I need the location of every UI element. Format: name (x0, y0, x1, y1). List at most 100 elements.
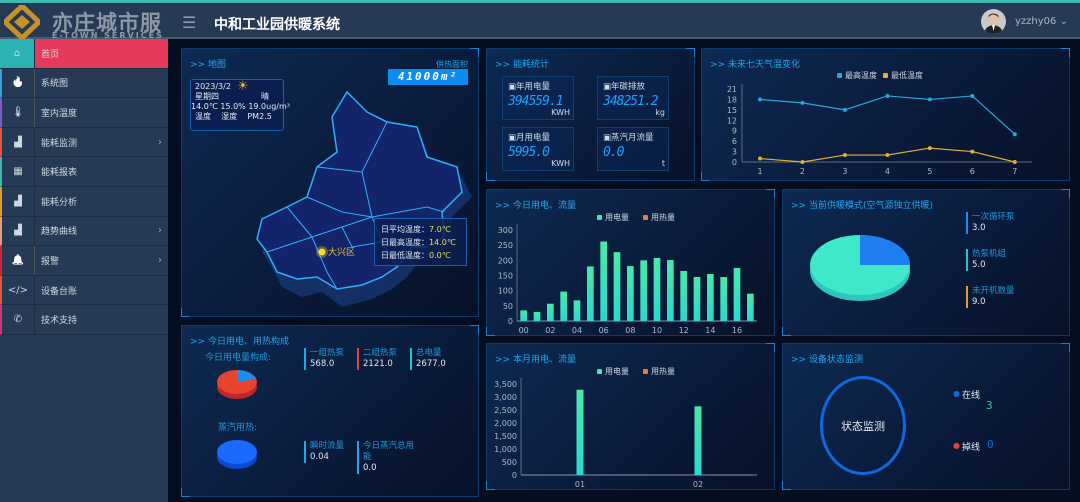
sidebar-item-1[interactable]: 🔥 系统图 (0, 68, 168, 99)
legend-label[interactable]: 用热量 (651, 366, 675, 376)
temperature-summary: 日平均温度：7.0℃ 日最高温度：14.0℃ 日最低温度：0.0℃ (374, 218, 467, 266)
series-line-0 (759, 95, 1016, 135)
steam-item: 今日蒸汽总用能 0.0 (357, 441, 417, 474)
y-tick-label: 200 (498, 256, 513, 265)
data-point[interactable] (842, 107, 847, 112)
elec-item: 一组热泵 568.0 (304, 348, 344, 370)
legend-label[interactable]: 最高温度 (845, 70, 877, 80)
menu-toggle-icon[interactable]: ☰ (182, 13, 196, 32)
bar[interactable] (707, 273, 714, 321)
sidebar-item-8[interactable]: </> 设备台账 (0, 275, 168, 306)
data-point[interactable] (970, 93, 975, 98)
sidebar-item-0[interactable]: ⌂ 首页 (0, 39, 168, 69)
data-point[interactable] (885, 153, 890, 158)
bar[interactable] (600, 241, 607, 321)
stat-label: ▣年碳排放 (603, 80, 645, 92)
chevron-right-icon: › (158, 225, 162, 237)
bar[interactable] (680, 270, 687, 321)
meter-icon: ▣ (603, 82, 612, 92)
offline-label: 掉线 (962, 443, 981, 453)
data-point[interactable] (800, 160, 805, 164)
sidebar-item-5[interactable]: ▟ 能耗分析 (0, 186, 168, 217)
bar[interactable] (587, 266, 594, 321)
bar[interactable] (694, 406, 702, 475)
bar[interactable] (733, 267, 741, 321)
x-tick-label: 14 (705, 326, 715, 335)
legend-label: 热泵机组 (972, 249, 1007, 259)
data-point[interactable] (842, 153, 847, 158)
temp-label: 日平均温度： (381, 225, 429, 234)
sidebar-item-label: 室内温度 (41, 108, 78, 119)
sidebar-item-6[interactable]: ▟ 趋势曲线 › (0, 216, 168, 247)
item-label: 瞬时流量 (310, 441, 345, 451)
avatar[interactable] (981, 9, 1006, 34)
area-chart-icon: ▟ (2, 127, 35, 157)
panel-title: >> 今日用电、用热构成 (190, 337, 289, 347)
temp-value: 0.0℃ (429, 251, 451, 260)
data-point[interactable] (970, 149, 975, 154)
data-point[interactable] (1012, 132, 1017, 137)
sidebar-item-2[interactable]: 🌡 室内温度 (0, 98, 168, 128)
item-label: 今日蒸汽总用能 (363, 441, 415, 462)
bar[interactable] (627, 266, 634, 321)
sidebar-item-9[interactable]: ✆ 技术支持 (0, 305, 168, 335)
weather-card: 2023/3/2 星期四 ☀ 晴 14.0℃ 15.0% 19.0ug/m³ 温… (190, 79, 290, 131)
panel-title: >> 地图 (190, 60, 226, 70)
logo[interactable]: 亦庄城市服务 E-TOWN SERVICES (4, 5, 169, 65)
bar[interactable] (640, 260, 647, 321)
temp-value: 7.0℃ (429, 225, 451, 234)
offline-dot-icon: ● (953, 441, 960, 450)
stat-value: 0.0 (603, 145, 625, 160)
bar[interactable] (560, 291, 567, 321)
legend-label[interactable]: 用电量 (605, 212, 629, 222)
y-tick-label: 0 (512, 471, 517, 480)
data-point[interactable] (885, 93, 890, 98)
pie-slice-primary-pump[interactable] (860, 235, 910, 265)
bar[interactable] (613, 252, 621, 321)
data-point[interactable] (758, 97, 762, 102)
y-tick-label: 0 (732, 158, 737, 167)
x-tick-label: 3 (842, 167, 847, 176)
bar[interactable] (576, 389, 584, 475)
bar[interactable] (747, 293, 754, 321)
legend-label[interactable]: 用电量 (605, 366, 629, 376)
bar[interactable] (573, 300, 581, 321)
data-point[interactable] (927, 146, 932, 151)
bar[interactable] (547, 303, 554, 321)
daily-usage-panel: >> 今日用电、流量 用电量 用热量 0 50 100 150 200 250 300 00 02 0… (486, 189, 775, 336)
pm-label: PM2.5 (247, 112, 272, 121)
page-title: 中和工业园供暖系统 (214, 17, 340, 33)
legend-label[interactable]: 最低温度 (891, 70, 923, 80)
elec-pie-chart (217, 370, 257, 399)
item-label: 一组热泵 (310, 348, 345, 358)
bar[interactable] (693, 277, 701, 321)
sidebar-item-label: 设备台账 (41, 286, 78, 297)
logo-mark-icon (4, 5, 40, 39)
sidebar-item-3[interactable]: ▟ 能耗监测 › (0, 127, 168, 158)
bar[interactable] (653, 257, 661, 321)
user-menu[interactable]: yzzhy06 ⌄ (1015, 16, 1068, 27)
item-label: 二组热泵 (363, 348, 398, 358)
bar[interactable] (720, 277, 727, 321)
legend-swatch (883, 73, 888, 78)
legend-swatch (643, 215, 648, 220)
legend-label: 一次循环泵 (972, 212, 1015, 222)
stat-label: ▣月用电量 (508, 131, 550, 143)
data-point[interactable] (1012, 160, 1017, 164)
y-tick-label: 15 (727, 106, 737, 115)
bar[interactable] (520, 310, 527, 321)
data-point[interactable] (800, 100, 805, 105)
x-tick-label: 08 (625, 326, 635, 335)
username: yzzhy06 (1015, 16, 1057, 27)
bar[interactable] (667, 260, 674, 321)
sidebar-item-7[interactable]: 🔔 报警 › (0, 246, 168, 276)
legend-label[interactable]: 用热量 (651, 212, 675, 222)
sidebar-item-label: 首页 (41, 49, 60, 60)
x-tick-label: 2 (800, 167, 805, 176)
sidebar-item-4[interactable]: ▦ 能耗报表 (0, 157, 168, 187)
bell-icon: 🔔 (2, 246, 35, 275)
bar[interactable] (533, 311, 541, 321)
data-point[interactable] (927, 97, 932, 102)
data-point[interactable] (758, 156, 762, 161)
district-marker[interactable] (318, 248, 326, 256)
